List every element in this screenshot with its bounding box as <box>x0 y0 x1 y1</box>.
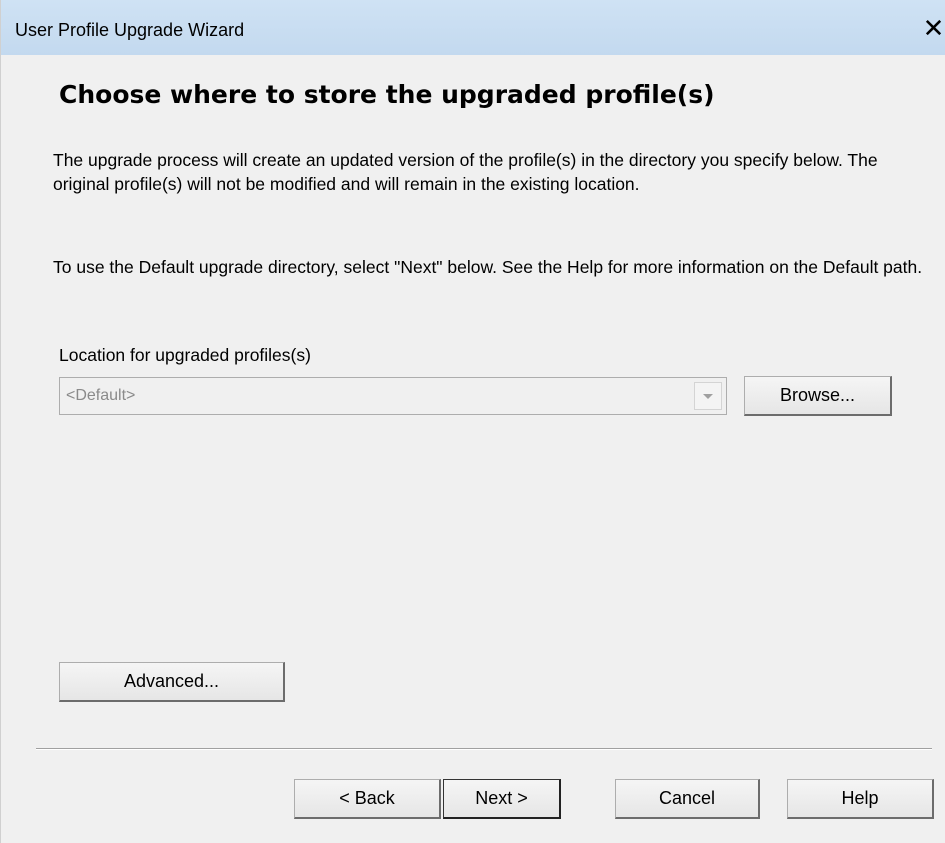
chevron-down-icon[interactable] <box>694 382 722 410</box>
default-path-paragraph: To use the Default upgrade directory, se… <box>53 257 923 277</box>
footer-separator <box>36 748 932 750</box>
back-button[interactable]: < Back <box>294 779 441 819</box>
window-title: User Profile Upgrade Wizard <box>15 20 245 40</box>
browse-button[interactable]: Browse... <box>744 376 892 416</box>
title-bar: User Profile Upgrade Wizard ✕ <box>1 0 945 55</box>
advanced-button[interactable]: Advanced... <box>59 662 285 702</box>
location-combobox-value: <Default> <box>66 387 136 404</box>
cancel-button[interactable]: Cancel <box>615 779 760 819</box>
close-icon[interactable]: ✕ <box>921 14 945 42</box>
description-paragraph: The upgrade process will create an updat… <box>53 150 878 194</box>
next-button[interactable]: Next > <box>443 779 561 819</box>
help-button[interactable]: Help <box>787 779 934 819</box>
location-label: Location for upgraded profiles(s) <box>59 345 311 365</box>
location-combobox[interactable]: <Default> <box>59 377 727 415</box>
wizard-window: User Profile Upgrade Wizard ✕ Choose whe… <box>0 0 945 843</box>
page-heading: Choose where to store the upgraded profi… <box>59 80 715 109</box>
